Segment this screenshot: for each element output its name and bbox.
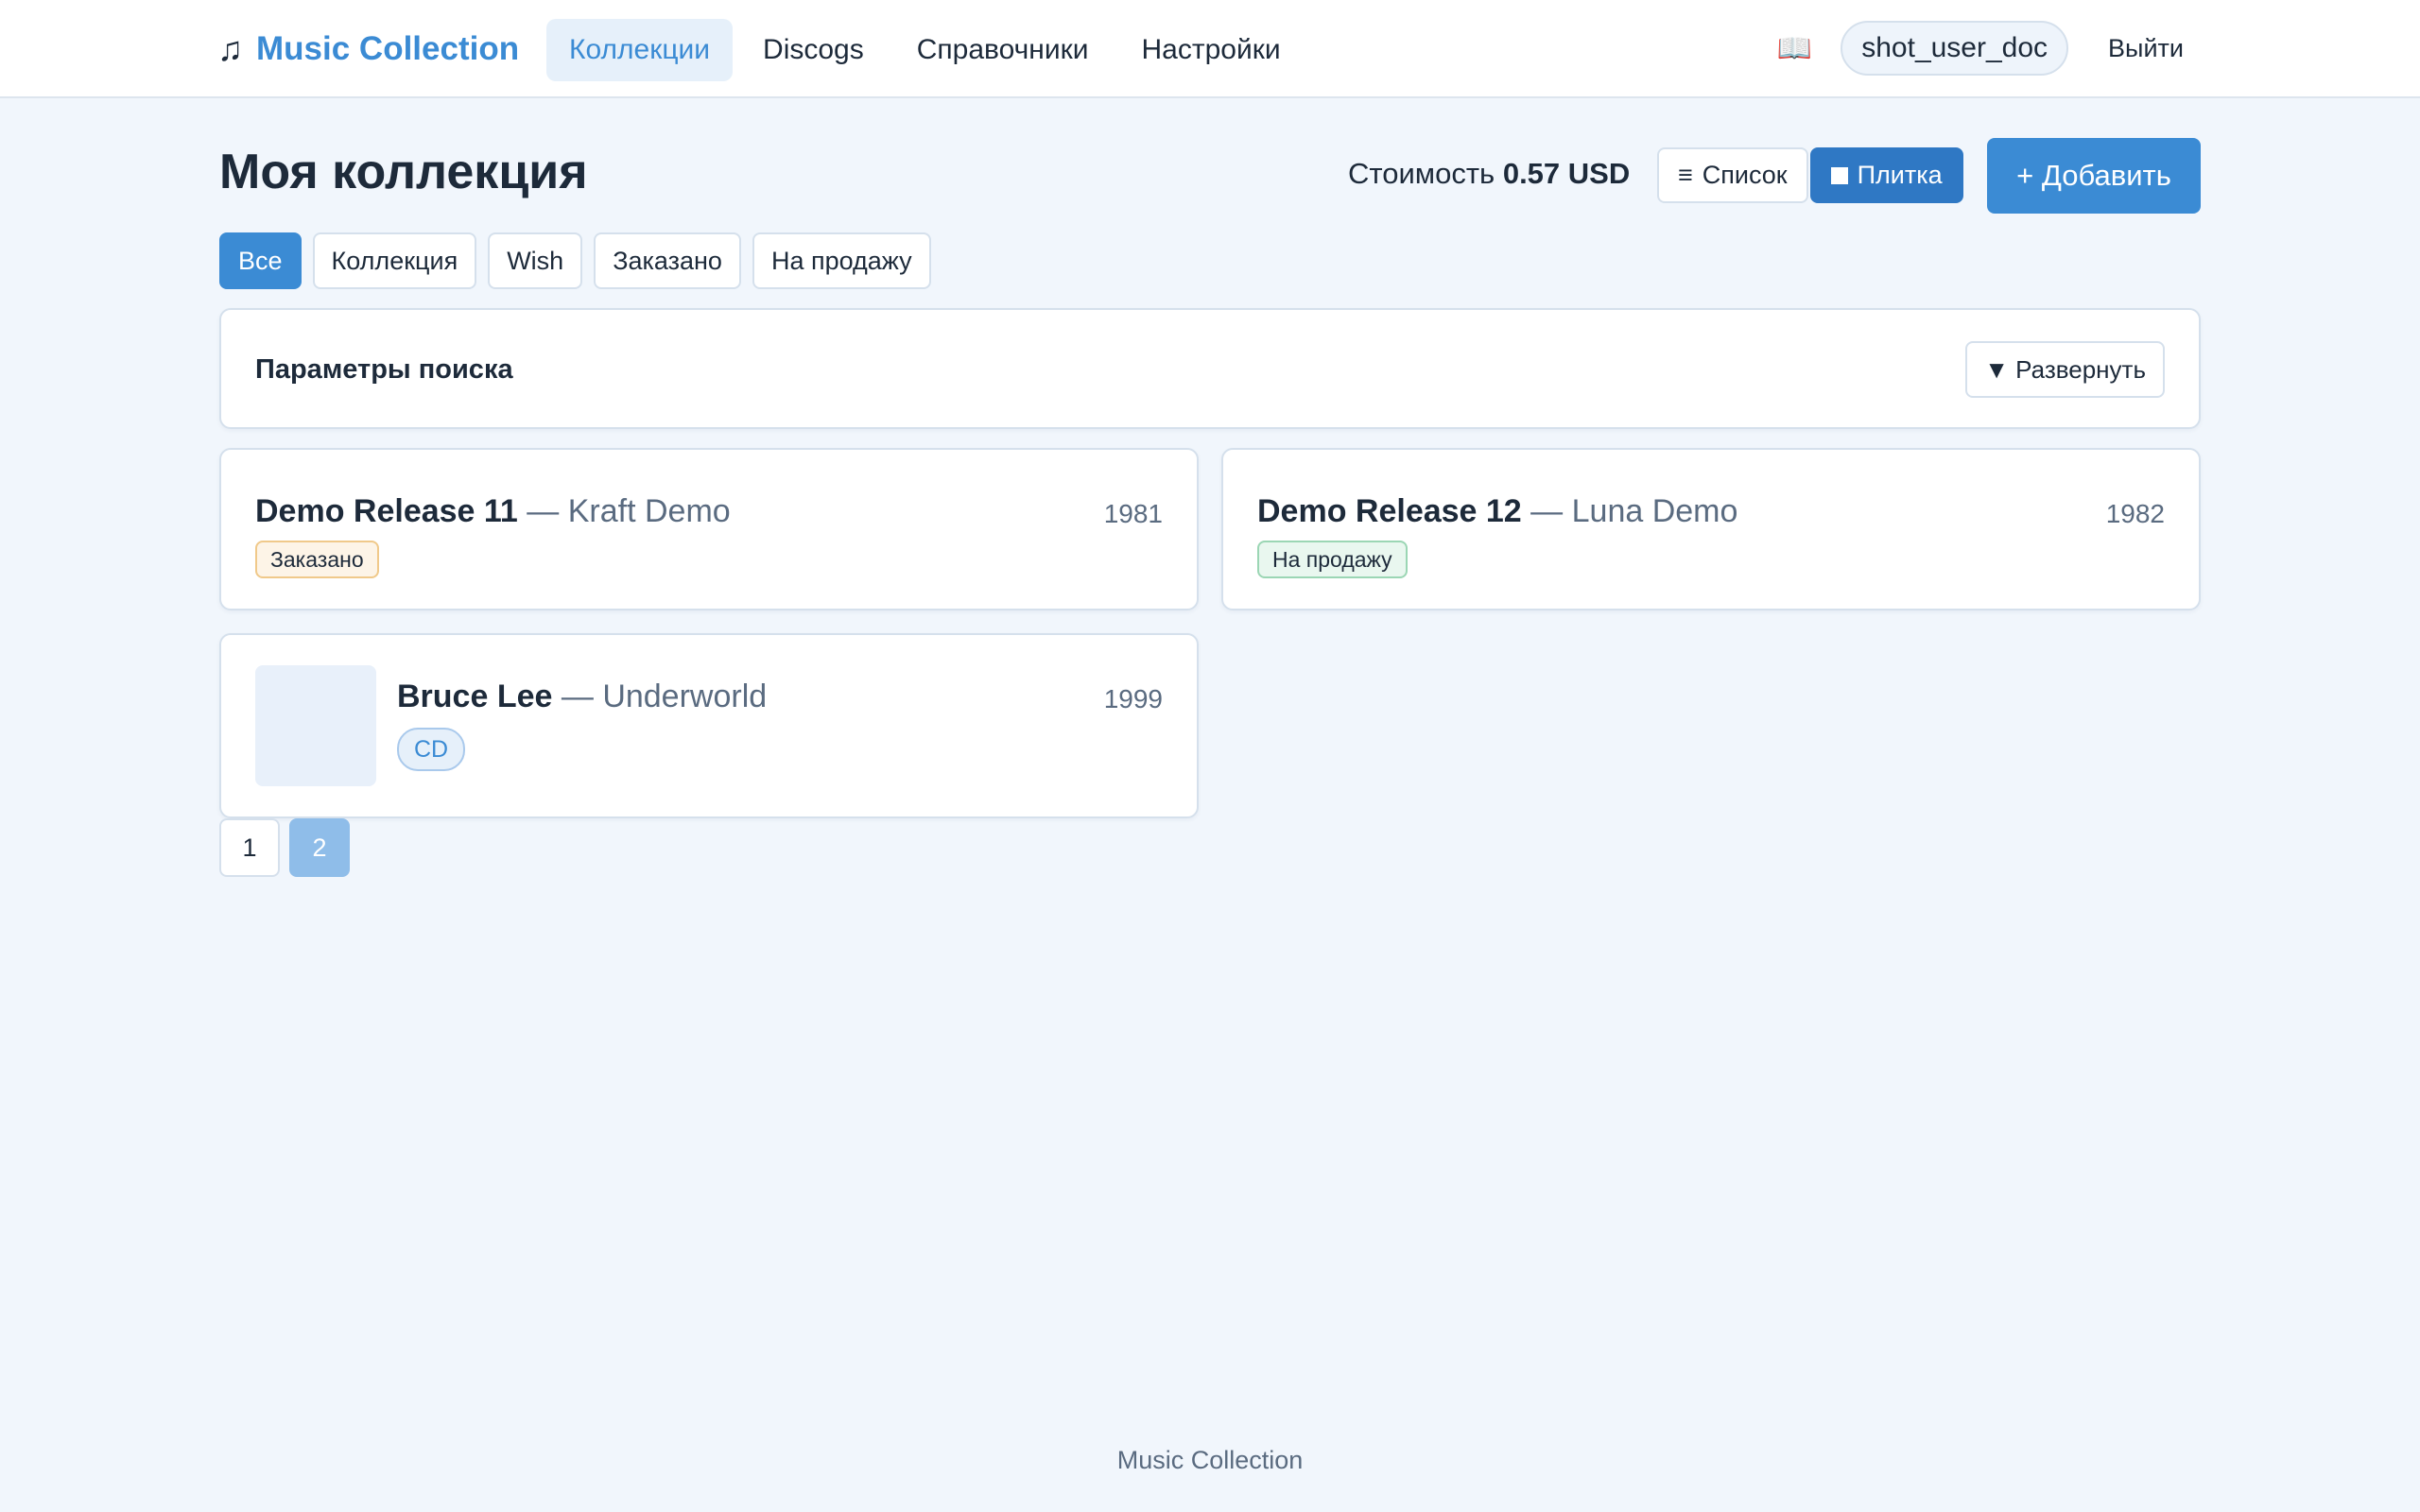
top-navbar: ♫ Music Collection Коллекции Discogs Спр… [0, 0, 2420, 98]
format-badge: CD [397, 728, 466, 771]
filter-all[interactable]: Все [219, 232, 302, 289]
footer: Music Collection [1116, 1446, 1304, 1474]
filter-wish[interactable]: Wish [488, 232, 583, 289]
nav-item-references[interactable]: Справочники [894, 19, 1112, 81]
book-icon[interactable]: 📖 [1771, 32, 1818, 65]
nav-item-discogs[interactable]: Discogs [740, 19, 887, 81]
cost-value: 0.57 USD [1502, 157, 1631, 190]
release-artist: Kraft Demo [567, 493, 731, 529]
collection-cost: Стоимость 0.57 USD [1348, 157, 1630, 191]
title-separator: — [517, 493, 568, 529]
pagination: 1 2 [219, 818, 350, 877]
view-tiles-label: Плитка [1857, 161, 1943, 189]
nav-item-collections[interactable]: Коллекции [546, 19, 734, 81]
status-badge: Заказано [255, 541, 379, 578]
release-card[interactable]: Demo Release 11 — Kraft Demo 1981 Заказа… [219, 448, 1199, 610]
release-artist: Underworld [602, 679, 768, 714]
release-title-line: Bruce Lee — Underworld [397, 679, 767, 715]
brand-name: Music Collection [256, 30, 520, 67]
filter-for-sale[interactable]: На продажу [752, 232, 931, 289]
nav-item-settings[interactable]: Настройки [1118, 19, 1303, 81]
release-title-line: Demo Release 11 — Kraft Demo [255, 493, 731, 530]
release-year: 1982 [2105, 499, 2165, 528]
logout-button[interactable]: Выйти [2091, 34, 2201, 63]
main-nav: Коллекции Discogs Справочники Настройки [546, 19, 1304, 81]
release-title: Demo Release 11 [255, 493, 518, 529]
tiles-icon [1830, 166, 1848, 184]
release-year: 1999 [1103, 684, 1163, 713]
view-list-label: Список [1702, 161, 1788, 189]
release-title-line: Demo Release 12 — Luna Demo [1257, 493, 1737, 530]
filter-tabs: Все Коллекция Wish Заказано На продажу [219, 232, 931, 289]
view-list-button[interactable]: ≡ Список [1657, 147, 1808, 203]
filter-collection[interactable]: Коллекция [312, 232, 477, 289]
view-tiles-button[interactable]: Плитка [1809, 147, 1963, 203]
user-area: 📖 shot_user_doc Выйти [1771, 21, 2201, 76]
release-year: 1981 [1103, 499, 1163, 528]
list-icon: ≡ [1678, 161, 1693, 189]
status-badge: На продажу [1257, 541, 1408, 578]
search-params-title: Параметры поиска [255, 354, 513, 385]
release-title: Demo Release 12 [1257, 493, 1522, 529]
expand-button[interactable]: ▼ Развернуть [1965, 341, 2165, 398]
add-button[interactable]: + Добавить [1987, 138, 2201, 214]
release-card[interactable]: Demo Release 12 — Luna Demo 1982 На прод… [1221, 448, 2201, 610]
title-separator: — [1521, 493, 1572, 529]
search-params-panel: Параметры поиска ▼ Развернуть [219, 308, 2201, 429]
release-artist: Luna Demo [1571, 493, 1738, 529]
title-separator: — [552, 679, 603, 714]
view-toggle: ≡ Список Плитка [1657, 147, 1963, 203]
page-button-1[interactable]: 1 [219, 818, 280, 877]
cost-label: Стоимость [1348, 157, 1495, 190]
page-title: Моя коллекция [219, 145, 588, 199]
filter-ordered[interactable]: Заказано [594, 232, 741, 289]
expand-label: Развернуть [2015, 354, 2146, 384]
user-chip[interactable]: shot_user_doc [1841, 21, 2069, 76]
page-button-2[interactable]: 2 [289, 818, 350, 877]
release-title: Bruce Lee [397, 679, 553, 714]
music-note-icon: ♫ [217, 29, 243, 68]
brand-logo[interactable]: ♫ Music Collection [217, 25, 519, 74]
cover-image [255, 665, 376, 786]
release-card[interactable]: Bruce Lee — Underworld 1999 CD [219, 633, 1199, 818]
triangle-down-icon: ▼ [1984, 354, 2016, 384]
